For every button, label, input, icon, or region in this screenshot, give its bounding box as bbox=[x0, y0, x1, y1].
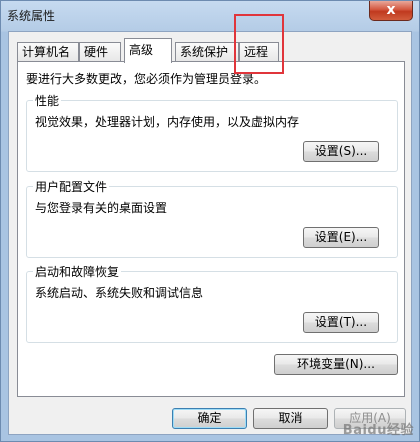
performance-group-title: 性能 bbox=[33, 92, 62, 109]
performance-description: 视觉效果，处理器计划，内存使用，以及虚拟内存 bbox=[35, 115, 300, 129]
startup-recovery-group-title: 启动和故障恢复 bbox=[33, 263, 122, 280]
dialog-client-area: 计算机名 硬件 高级 系统保护 远程 要进行大多数更改，您必须作为管理员登录。 … bbox=[8, 31, 412, 435]
user-profiles-settings-button[interactable]: 设置(E)... bbox=[303, 227, 379, 248]
performance-group: 性能 视觉效果，处理器计划，内存使用，以及虚拟内存 设置(S)... bbox=[26, 92, 398, 172]
cancel-button[interactable]: 取消 bbox=[253, 408, 328, 429]
tab-hardware[interactable]: 硬件 bbox=[79, 42, 121, 62]
tab-system-protection[interactable]: 系统保护 bbox=[175, 42, 239, 62]
window-title: 系统属性 bbox=[7, 9, 56, 23]
startup-recovery-group: 启动和故障恢复 系统启动、系统失败和调试信息 设置(T)... bbox=[26, 263, 398, 343]
environment-variables-button[interactable]: 环境变量(N)... bbox=[274, 354, 398, 375]
close-icon: x bbox=[386, 2, 396, 18]
advanced-tab-panel: 要进行大多数更改，您必须作为管理员登录。 性能 视觉效果，处理器计划，内存使用，… bbox=[17, 61, 405, 397]
user-profiles-description: 与您登录有关的桌面设置 bbox=[35, 201, 168, 215]
tab-computer-name[interactable]: 计算机名 bbox=[17, 42, 79, 62]
admin-notice: 要进行大多数更改，您必须作为管理员登录。 bbox=[26, 72, 267, 86]
watermark: Baidu经验 bbox=[342, 423, 414, 438]
user-profiles-group: 用户配置文件 与您登录有关的桌面设置 设置(E)... bbox=[26, 178, 398, 258]
performance-settings-button[interactable]: 设置(S)... bbox=[303, 141, 379, 162]
startup-recovery-description: 系统启动、系统失败和调试信息 bbox=[35, 286, 204, 300]
startup-recovery-settings-button[interactable]: 设置(T)... bbox=[303, 312, 379, 333]
ok-button[interactable]: 确定 bbox=[172, 408, 247, 429]
tab-remote[interactable]: 远程 bbox=[239, 42, 279, 62]
close-button[interactable]: x bbox=[369, 1, 413, 21]
user-profiles-group-title: 用户配置文件 bbox=[33, 178, 110, 195]
title-bar[interactable]: 系统属性 x bbox=[1, 1, 420, 31]
system-properties-window: 系统属性 x 计算机名 硬件 高级 系统保护 远程 要进行大多数更改，您必须作为… bbox=[0, 0, 420, 442]
tab-advanced[interactable]: 高级 bbox=[124, 38, 172, 63]
